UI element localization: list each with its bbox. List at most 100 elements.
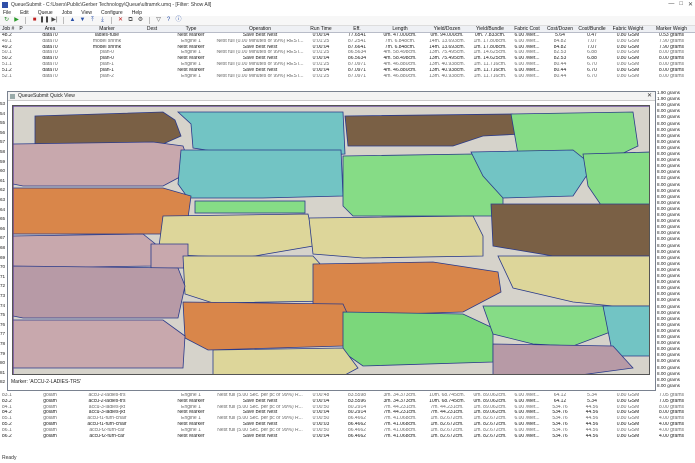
piece-mauve-2[interactable] (492, 343, 634, 375)
skip-icon[interactable]: ▶| (51, 17, 58, 24)
table-row[interactable]: 83.2 golam accu-2-ladies-trs Nest Marker Sav… (0, 399, 695, 405)
pause-icon[interactable]: ❚❚ (39, 17, 49, 24)
piece-green-strip[interactable] (194, 200, 306, 214)
table-row[interactable]: 52.1 data70 plan-2 Engine 1 Nest full (0.00 … (0, 74, 695, 80)
settings-icon[interactable]: ⚙ (137, 17, 144, 24)
column-header[interactable]: Job # (2, 26, 16, 33)
table-cell: 87.2541 (347, 38, 367, 44)
table-row[interactable]: 86.2 golam accu-f2-furn-car Nest Marker Save… (0, 434, 695, 440)
filter-icon[interactable]: ▽ (155, 17, 162, 24)
arrow-top-icon[interactable]: ⤒ (89, 17, 96, 24)
arrow-bottom-icon[interactable]: ⤓ (99, 17, 106, 24)
table-row[interactable]: 48.2 data70 ladies-fuse Nest Marker Save Bes… (0, 33, 695, 39)
column-header[interactable]: Type (166, 26, 216, 33)
table-cell: 87.6641 (347, 44, 367, 50)
minimize-icon[interactable]: — (668, 1, 674, 8)
table-row[interactable]: 49.1 data70 model shrink Engine 1 Nest full … (0, 39, 695, 45)
piece-khaki-5[interactable] (212, 347, 359, 375)
piece-pink-2[interactable] (13, 233, 159, 269)
column-header[interactable]: Fabric Weight (608, 26, 648, 33)
column-header[interactable]: Cost/Dozen (544, 26, 576, 33)
marker-canvas[interactable] (12, 105, 650, 375)
table-row[interactable]: 51.1 data70 plan-1 Engine 1 Nest full (0.00 … (0, 62, 695, 68)
help-icon[interactable]: ? (165, 17, 172, 24)
arrow-down-icon[interactable]: ▼ (79, 17, 86, 24)
table-row[interactable]: 85.1 golam accu-f1-furn-chair Engine 1 Nest … (0, 416, 695, 422)
column-header[interactable]: Marker Weigh (648, 26, 695, 33)
table-cell: 0.80 GSM (616, 33, 640, 38)
table-cell: 4.00 grams (658, 433, 684, 439)
info-icon[interactable]: ⓘ (175, 17, 182, 24)
table-row[interactable]: 49.2 data70 model shrink Nest Marker Save Be… (0, 45, 695, 51)
table-cell: Engine 1 (181, 38, 201, 44)
table-cell: 6.00 /Met... (514, 398, 540, 404)
column-header[interactable]: Yield/Bundle (470, 26, 510, 33)
maximize-icon[interactable]: □ (679, 1, 683, 8)
piece-pink-1[interactable] (13, 141, 192, 187)
table-cell: 6.00 /Met... (514, 56, 540, 62)
column-header[interactable]: Yield/Dozen (424, 26, 470, 33)
copy-icon[interactable]: ⧉ (127, 17, 134, 24)
table-cell: 0:01:25 (312, 50, 330, 56)
column-header[interactable]: Area (24, 26, 76, 33)
table-cell: Nest full (5.00 Sec. per pc or 99%) R... (217, 393, 303, 398)
weight-cell: 1.90 grams (657, 90, 680, 95)
column-header[interactable]: Length (376, 26, 424, 33)
table-cell: 86.1 (2, 427, 12, 433)
table-row[interactable]: 84.2 golam accu-3-ladies-jkt Nest Marker Sav… (0, 410, 695, 416)
table-row[interactable]: 50.1 data70 plan-0 Engine 1 Nest full (0.00 … (0, 50, 695, 56)
piece-pink-4[interactable] (13, 319, 186, 369)
piece-khaki-2[interactable] (308, 215, 484, 259)
column-header[interactable]: Dest (138, 26, 166, 33)
column-header[interactable]: Fabric Cost (510, 26, 544, 33)
menu-file[interactable]: File (3, 10, 11, 16)
table-row[interactable]: 51.2 data70 plan-1 Nest Marker Save Best Nes… (0, 68, 695, 74)
piece-green-4[interactable] (342, 311, 494, 367)
piece-mauve-1[interactable] (13, 265, 186, 319)
table-cell: Nest full (5.00 Sec. per pc or 99%) R... (217, 416, 303, 422)
menu-queue[interactable]: Queue (38, 10, 53, 16)
menu-view[interactable]: View (81, 10, 92, 16)
piece-khaki-3[interactable] (182, 255, 332, 304)
piece-brown-3[interactable] (490, 203, 650, 257)
table-row[interactable]: 50.2 data70 plan-0 Nest Marker Save Best Nes… (0, 56, 695, 62)
table-row[interactable]: 83.1 golam accu-2-ladies-trs Engine 1 Nest f… (0, 393, 695, 399)
table-cell: 1m. 89.062cm. (473, 410, 507, 416)
piece-brown-1[interactable] (34, 111, 182, 147)
piece-orange-3[interactable] (182, 301, 354, 351)
column-header[interactable]: Marker (76, 26, 138, 33)
menu-configure[interactable]: Configure (101, 10, 123, 16)
column-header[interactable]: Run Time (304, 26, 338, 33)
column-header[interactable]: Eff. (338, 26, 376, 33)
piece-pink-3[interactable] (150, 243, 189, 269)
table-cell: 6.00 /Met... (514, 44, 540, 50)
column-header[interactable]: Operation (216, 26, 304, 33)
window-title: QueueSubmit - C:\Users\Public\Gerber Tec… (11, 1, 212, 8)
play-icon[interactable]: ▶ (13, 17, 20, 24)
table-cell: 87.0971 (347, 62, 367, 67)
table-cell: Engine 1 (181, 62, 201, 67)
table-cell: 0.80 GSM (616, 44, 640, 50)
table-row[interactable]: 84.1 golam accu-3-ladies-jkt Engine 1 Nest f… (0, 405, 695, 411)
close-icon[interactable]: ✕ (688, 1, 693, 8)
arrow-up-icon[interactable]: ▲ (69, 17, 76, 24)
table-cell: Nest full (0.00 Minutes or 99%) REST... (216, 62, 304, 67)
table-cell: 6.00 /Met... (514, 38, 540, 44)
table-cell: 1m. 14.625cm. (473, 50, 507, 56)
table-cell: 1m. 82.672cm. (473, 433, 507, 439)
table-row[interactable]: 85.2 golam accu-f1-furn-chair Nest Marker Sa… (0, 422, 695, 428)
quick-view-close-icon[interactable]: ✕ (647, 92, 652, 101)
stop-icon[interactable]: ■ (31, 17, 38, 24)
menu-help[interactable]: Help (132, 10, 142, 16)
menu-jobs[interactable]: Jobs (62, 10, 73, 16)
weight-cell: 8.00 grams (657, 260, 680, 266)
piece-teal-2[interactable] (177, 149, 344, 199)
table-cell: 8.00 grams (658, 56, 684, 62)
column-header[interactable]: Cost/Bundle (576, 26, 608, 33)
table-row[interactable]: 86.1 golam accu-f2-furn-car Engine 1 Nest fu… (0, 428, 695, 434)
refresh-icon[interactable]: ↻ (3, 17, 10, 24)
table-cell: model shrink (92, 44, 122, 50)
delete-icon[interactable]: ✕ (117, 17, 124, 24)
weight-cell: 8.00 grams (657, 309, 680, 315)
menu-edit[interactable]: Edit (20, 10, 29, 16)
